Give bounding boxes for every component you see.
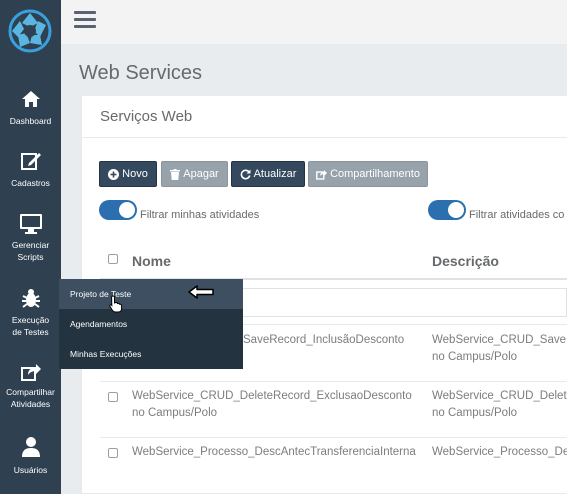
share-icon (316, 169, 328, 180)
hamburger-menu-icon[interactable] (74, 11, 96, 29)
novo-label: Novo (122, 168, 148, 180)
filter-atividades-label: Filtrar atividades co (469, 209, 565, 221)
sidebar-item-gerenciar-scripts[interactable]: Gerenciar Scripts (0, 213, 61, 263)
page-title: Web Services (79, 62, 203, 84)
atualizar-label: Atualizar (253, 168, 297, 180)
sidebar-item-execucao-de-testes[interactable]: Execução de Testes (0, 288, 61, 338)
sidebar-item-label: Atividades (10, 399, 51, 409)
aperture-logo-icon[interactable] (8, 9, 52, 53)
trash-icon (170, 168, 181, 180)
row-checkbox[interactable] (108, 392, 118, 402)
arrow-left-icon (188, 285, 214, 299)
table-cell-nome: WebService_Processo_DescAntecTransferenc… (132, 446, 416, 458)
submenu-item-projeto-de-teste[interactable]: Projeto de Teste (59, 279, 243, 309)
sidebar-item-label: Scripts (17, 252, 44, 262)
table-cell-descricao: no Campus/Polo (432, 351, 518, 363)
column-header-nome[interactable]: Nome (132, 253, 171, 269)
compartilhamento-label: Compartilhamento (330, 168, 420, 180)
atualizar-button[interactable]: Atualizar (231, 161, 305, 187)
column-header-descricao[interactable]: Descrição (432, 253, 499, 269)
panel-title: Serviços Web (100, 108, 193, 125)
divider (81, 137, 567, 138)
filter-atividades-toggle[interactable] (428, 200, 466, 220)
table-cell-descricao: WebService_CRUD_Save (432, 334, 567, 346)
sidebar-item-label: Dashboard (9, 116, 52, 126)
sidebar-item-label: Compartilhar (6, 387, 55, 397)
bug-icon (21, 289, 40, 308)
sidebar-item-label: de Testes (12, 327, 49, 337)
apagar-button[interactable]: Apagar (161, 161, 228, 187)
submenu-item-minhas-execucoes[interactable]: Minhas Execuções (59, 339, 243, 369)
novo-button[interactable]: Novo (99, 161, 157, 187)
monitor-icon (19, 214, 42, 234)
select-all-checkbox[interactable] (108, 254, 118, 264)
sidebar: Dashboard Cadastros Gerenciar Scripts Ex… (0, 0, 61, 494)
edit-icon (20, 153, 41, 170)
top-bar (61, 0, 567, 45)
filter-minhas-label: Filtrar minhas atividades (140, 209, 260, 221)
submenu-item-agendamentos[interactable]: Agendamentos (59, 309, 243, 339)
hand-pointer-icon (109, 295, 123, 313)
table-cell-nome: no Campus/Polo (132, 407, 218, 419)
filter-minhas-toggle[interactable] (99, 200, 137, 220)
user-icon (21, 437, 40, 457)
sidebar-item-usuarios[interactable]: Usuários (0, 436, 61, 476)
sidebar-item-label: Usuários (13, 465, 48, 475)
row-divider (100, 437, 567, 438)
share-icon (20, 364, 41, 381)
table-cell-descricao: WebService_CRUD_Delet (432, 390, 567, 402)
sidebar-item-compartilhar-atividades[interactable]: Compartilhar Atividades (0, 362, 61, 410)
compartilhamento-button[interactable]: Compartilhamento (308, 161, 428, 187)
table-cell-descricao: WebService_Processo_De (432, 446, 567, 458)
table-cell-nome: SaveRecord_InclusãoDesconto (243, 334, 405, 346)
plus-circle-icon (108, 168, 120, 180)
row-checkbox[interactable] (108, 448, 118, 458)
table-cell-nome: WebService_CRUD_DeleteRecord_ExclusaoDes… (132, 390, 412, 402)
sidebar-item-label: Gerenciar (11, 240, 50, 250)
row-divider (100, 381, 567, 382)
table-cell-descricao: no Campus/Polo (432, 407, 518, 419)
sidebar-item-label: Execução (11, 315, 50, 325)
home-icon (21, 91, 40, 107)
sidebar-item-label: Cadastros (11, 178, 50, 188)
sidebar-item-cadastros[interactable]: Cadastros (0, 151, 61, 189)
sidebar-item-dashboard[interactable]: Dashboard (0, 90, 61, 127)
execucao-submenu: Projeto de Teste Agendamentos Minhas Exe… (59, 279, 243, 369)
refresh-icon (240, 169, 251, 179)
apagar-label: Apagar (183, 168, 219, 180)
